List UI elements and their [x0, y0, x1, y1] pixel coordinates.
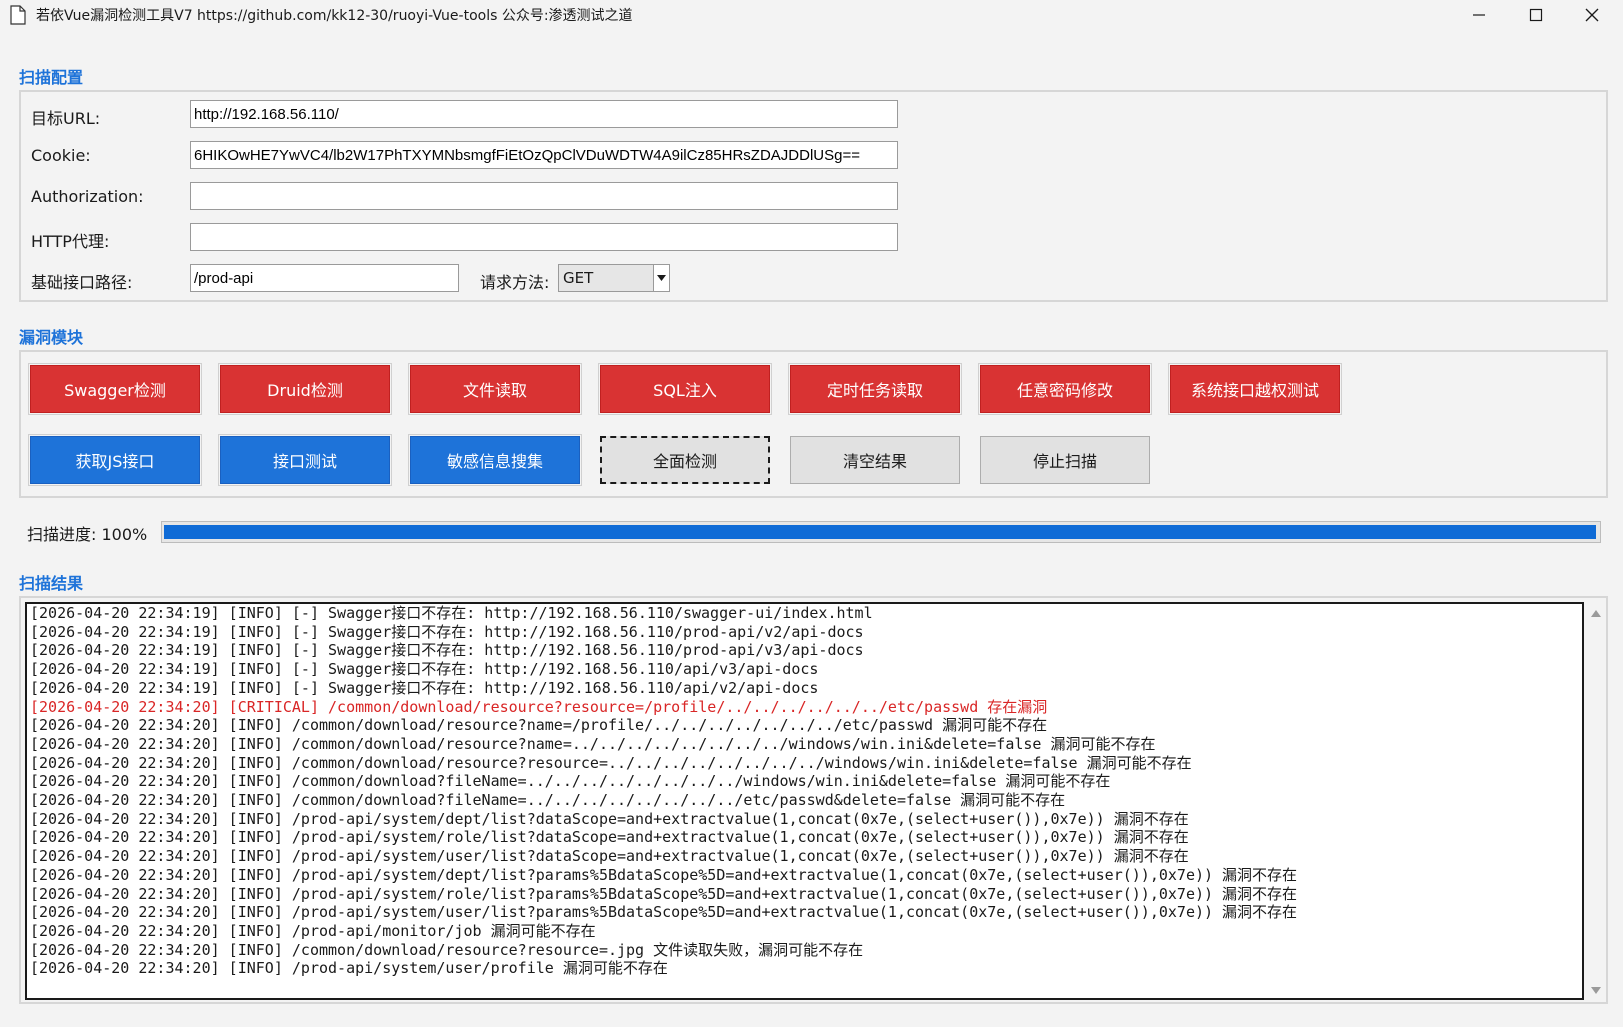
minimize-button[interactable]: [1450, 0, 1506, 30]
window-title: 若依Vue漏洞检测工具V7 https://github.com/kk12-30…: [36, 8, 633, 24]
cookie-label: Cookie:: [31, 146, 91, 165]
stop-scan-button[interactable]: 停止扫描: [980, 436, 1150, 484]
base-path-input[interactable]: [190, 264, 459, 292]
modules-title: 漏洞模块: [19, 328, 84, 347]
log-line: [2026-04-20 22:34:20] [INFO] /prod-api/s…: [30, 903, 1298, 922]
get-js-api-button[interactable]: 获取JS接口: [28, 434, 202, 486]
document-icon: [10, 5, 26, 25]
results-group: [2026-04-20 22:34:19] [INFO] [-] Swagger…: [19, 596, 1608, 1004]
api-test-button[interactable]: 接口测试: [218, 434, 392, 486]
log-line: [2026-04-20 22:34:19] [INFO] [-] Swagger…: [30, 678, 819, 697]
scroll-up-icon[interactable]: [1591, 610, 1601, 617]
scan-config-title: 扫描配置: [19, 68, 84, 87]
dropdown-arrow-icon: [657, 275, 666, 281]
scheduled-task-read-button[interactable]: 定时任务读取: [788, 363, 962, 415]
druid-check-button[interactable]: Druid检测: [218, 363, 392, 415]
log-line: [2026-04-20 22:34:20] [INFO] /common/dow…: [30, 772, 1111, 791]
log-line: [2026-04-20 22:34:20] [INFO] /prod-api/s…: [30, 847, 1189, 866]
log-line: [2026-04-20 22:34:19] [INFO] [-] Swagger…: [30, 622, 864, 641]
authorization-label: Authorization:: [31, 187, 144, 206]
method-select-value: GET: [563, 269, 594, 287]
log-line: [2026-04-20 22:34:20] [INFO] /prod-api/s…: [30, 828, 1189, 847]
modules-group: Swagger检测 Druid检测 文件读取 SQL注入 定时任务读取 任意密码…: [19, 350, 1608, 498]
base-path-label: 基础接口路径:: [31, 273, 133, 292]
progress-fill: [164, 525, 1596, 539]
log-line: [2026-04-20 22:34:20] [INFO] /common/dow…: [30, 791, 1066, 810]
log-line: [2026-04-20 22:34:20] [INFO] /common/dow…: [30, 716, 1048, 735]
clear-results-button[interactable]: 清空结果: [790, 436, 960, 484]
close-icon: [1585, 8, 1599, 22]
progress-label: 扫描进度: 100%: [27, 525, 148, 544]
progress-bar: [161, 521, 1601, 543]
results-scrollbar[interactable]: [1588, 602, 1604, 1000]
cookie-input[interactable]: [190, 141, 898, 169]
log-line-critical: [2026-04-20 22:34:20] [CRITICAL] /common…: [30, 697, 1048, 716]
maximize-icon: [1529, 8, 1543, 22]
target-url-label: 目标URL:: [31, 109, 101, 128]
http-proxy-label: HTTP代理:: [31, 232, 110, 251]
log-line: [2026-04-20 22:34:20] [INFO] /prod-api/m…: [30, 921, 596, 940]
scan-config-group: 目标URL: Cookie: Authorization: HTTP代理: 基础…: [19, 90, 1608, 302]
file-read-button[interactable]: 文件读取: [408, 363, 582, 415]
swagger-check-button[interactable]: Swagger检测: [28, 363, 202, 415]
password-change-button[interactable]: 任意密码修改: [978, 363, 1152, 415]
target-url-input[interactable]: [190, 100, 898, 128]
method-select[interactable]: GET: [558, 264, 670, 292]
log-line: [2026-04-20 22:34:19] [INFO] [-] Swagger…: [30, 660, 819, 679]
scroll-down-icon[interactable]: [1591, 987, 1601, 994]
log-line: [2026-04-20 22:34:20] [INFO] /common/dow…: [30, 734, 1156, 753]
log-line: [2026-04-20 22:34:19] [INFO] [-] Swagger…: [30, 641, 864, 660]
api-privilege-test-button[interactable]: 系统接口越权测试: [1168, 363, 1342, 415]
results-log[interactable]: [2026-04-20 22:34:19] [INFO] [-] Swagger…: [25, 602, 1584, 1000]
results-title: 扫描结果: [19, 574, 84, 593]
log-line: [2026-04-20 22:34:20] [INFO] /common/dow…: [30, 940, 864, 959]
close-button[interactable]: [1563, 0, 1619, 30]
log-line: [2026-04-20 22:34:19] [INFO] [-] Swagger…: [30, 604, 873, 622]
log-line: [2026-04-20 22:34:20] [INFO] /prod-api/s…: [30, 959, 668, 978]
authorization-input[interactable]: [190, 182, 898, 210]
log-line: [2026-04-20 22:34:20] [INFO] /prod-api/s…: [30, 865, 1298, 884]
full-scan-button[interactable]: 全面检测: [600, 436, 770, 484]
minimize-icon: [1473, 14, 1485, 16]
method-label: 请求方法:: [480, 273, 550, 292]
log-line: [2026-04-20 22:34:20] [INFO] /common/dow…: [30, 753, 1192, 772]
log-line: [2026-04-20 22:34:20] [INFO] /prod-api/s…: [30, 809, 1189, 828]
log-line: [2026-04-20 22:34:20] [INFO] /prod-api/s…: [30, 884, 1298, 903]
sql-injection-button[interactable]: SQL注入: [598, 363, 772, 415]
title-bar: 若依Vue漏洞检测工具V7 https://github.com/kk12-30…: [0, 0, 1623, 30]
maximize-button[interactable]: [1507, 0, 1563, 30]
method-select-arrow[interactable]: [653, 265, 669, 291]
http-proxy-input[interactable]: [190, 223, 898, 251]
sensitive-info-button[interactable]: 敏感信息搜集: [408, 434, 582, 486]
